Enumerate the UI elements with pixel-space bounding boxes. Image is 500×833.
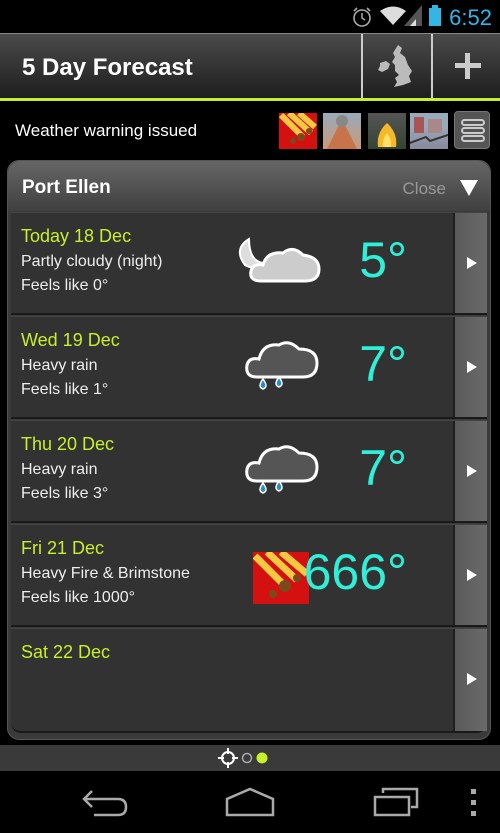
feels-like: Feels like 3° bbox=[21, 485, 109, 502]
locate-icon[interactable] bbox=[218, 748, 238, 768]
forecast-row[interactable]: Thu 20 Dec Heavy rain Feels like 3° 7° bbox=[11, 420, 487, 523]
chevron-right-icon bbox=[467, 569, 477, 581]
expand-row-button[interactable] bbox=[453, 525, 487, 625]
collapse-icon[interactable] bbox=[460, 180, 478, 196]
map-button[interactable] bbox=[361, 34, 429, 98]
plus-icon bbox=[455, 53, 481, 79]
overflow-menu-icon[interactable] bbox=[470, 787, 478, 817]
expand-row-button[interactable] bbox=[453, 629, 487, 731]
navigation-bar bbox=[0, 771, 500, 833]
forecast-date: Fri 21 Dec bbox=[21, 538, 105, 558]
expand-row-button[interactable] bbox=[453, 213, 487, 313]
wifi-icon bbox=[380, 6, 406, 25]
warning-bar: Weather warning issued bbox=[0, 101, 500, 157]
forecast-description: Heavy rain bbox=[21, 357, 98, 374]
forecast-row[interactable]: Wed 19 Dec Heavy rain Feels like 1° 7° bbox=[11, 316, 487, 419]
signal-icon bbox=[404, 5, 422, 26]
home-icon[interactable] bbox=[225, 787, 275, 817]
fire-brimstone-icon bbox=[252, 549, 310, 604]
forecast-date: Thu 20 Dec bbox=[21, 434, 115, 454]
forecast-description: Heavy rain bbox=[21, 461, 98, 478]
battery-icon bbox=[429, 5, 441, 26]
forecast-date: Sat 22 Dec bbox=[21, 642, 111, 662]
feels-like: Feels like 0° bbox=[21, 277, 109, 294]
forecast-row[interactable]: Sat 22 Dec bbox=[11, 628, 487, 733]
alarm-icon bbox=[353, 7, 371, 27]
partly-cloudy-night-icon bbox=[238, 237, 321, 283]
page-dot-active[interactable] bbox=[256, 752, 268, 764]
forecast-panel: Port Ellen Close Today 18 Dec Partly clo… bbox=[7, 160, 491, 740]
heavy-rain-icon bbox=[245, 341, 319, 390]
expand-row-button[interactable] bbox=[453, 421, 487, 521]
feels-like: Feels like 1000° bbox=[21, 589, 136, 606]
page-dot[interactable] bbox=[241, 752, 253, 764]
forecast-description: Heavy Fire & Brimstone bbox=[21, 565, 190, 582]
temperature: 666° bbox=[303, 544, 407, 600]
forecast-date: Today 18 Dec bbox=[21, 226, 132, 246]
add-button[interactable] bbox=[431, 34, 499, 98]
chevron-right-icon bbox=[467, 257, 477, 269]
feels-like: Feels like 1° bbox=[21, 381, 109, 398]
forecast-row[interactable]: Fri 21 Dec Heavy Fire & Brimstone Feels … bbox=[11, 524, 487, 627]
forecast-row[interactable]: Today 18 Dec Partly cloudy (night) Feels… bbox=[11, 212, 487, 315]
location-header: Port Ellen Close bbox=[8, 161, 490, 211]
status-bar: 6:52 bbox=[0, 0, 500, 33]
chevron-right-icon bbox=[467, 465, 477, 477]
expand-row-button[interactable] bbox=[453, 317, 487, 417]
temperature: 7° bbox=[359, 336, 407, 392]
forecast-description: Partly cloudy (night) bbox=[21, 253, 163, 270]
menu-icon bbox=[461, 119, 485, 126]
fire-icon[interactable] bbox=[368, 113, 406, 149]
fire-brimstone-icon[interactable] bbox=[278, 110, 317, 149]
temperature: 5° bbox=[359, 232, 407, 288]
action-bar: 5 Day Forecast bbox=[0, 33, 500, 98]
earthquake-icon[interactable] bbox=[409, 113, 449, 149]
clock: 6:52 bbox=[449, 5, 492, 30]
chevron-right-icon bbox=[467, 673, 477, 685]
uk-map-icon bbox=[378, 45, 412, 87]
heavy-rain-icon bbox=[245, 445, 319, 494]
close-button[interactable]: Close bbox=[403, 179, 446, 199]
chevron-right-icon bbox=[467, 361, 477, 373]
page-indicator bbox=[0, 745, 500, 771]
volcano-icon[interactable] bbox=[323, 113, 361, 149]
recent-apps-icon[interactable] bbox=[373, 787, 421, 817]
page-title: 5 Day Forecast bbox=[22, 54, 193, 81]
menu-icon-line bbox=[461, 127, 485, 134]
back-icon[interactable] bbox=[80, 789, 128, 817]
menu-button[interactable] bbox=[454, 111, 490, 149]
menu-icon-line bbox=[461, 135, 485, 142]
location-name: Port Ellen bbox=[22, 177, 111, 198]
forecast-date: Wed 19 Dec bbox=[21, 330, 120, 350]
temperature: 7° bbox=[359, 440, 407, 496]
warning-text[interactable]: Weather warning issued bbox=[15, 121, 197, 141]
